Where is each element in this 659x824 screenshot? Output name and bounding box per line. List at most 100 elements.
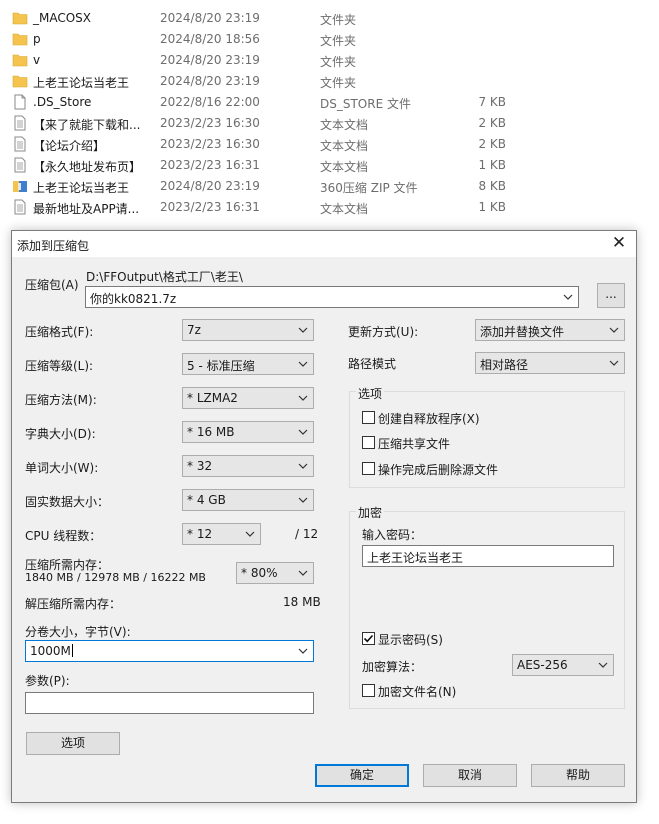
word-label: 单词大小(W): [25, 461, 99, 475]
file-size: 8 KB [478, 179, 506, 193]
ok-button[interactable]: 确定 [315, 764, 409, 787]
archive-path: D:\FFOutput\格式工厂\老王\ [86, 270, 243, 284]
decompress-memory-value: 18 MB [283, 595, 321, 609]
chevron-down-icon [298, 429, 308, 435]
text-file-icon [12, 199, 28, 215]
file-date: 2024/8/20 23:19 [160, 53, 260, 67]
file-type: 360压缩 ZIP 文件 [320, 181, 418, 195]
file-row[interactable]: 【永久地址发布页】 2023/2/23 16:31 文本文档 1 KB [0, 155, 659, 176]
archive-label: 压缩包(A) [25, 278, 79, 292]
file-date: 2024/8/20 23:19 [160, 11, 260, 25]
file-row[interactable]: 【论坛介绍】 2023/2/23 16:30 文本文档 2 KB [0, 134, 659, 155]
file-date: 2024/8/20 23:19 [160, 74, 260, 88]
file-type: 文本文档 [320, 118, 369, 132]
browse-button[interactable]: ... [597, 283, 625, 308]
file-row[interactable]: 上老王论坛当老王 2024/8/20 23:19 360压缩 ZIP 文件 8 KB [0, 176, 659, 197]
encryption-method-value: AES-256 [517, 658, 568, 672]
split-size-value: 1000M [30, 644, 73, 658]
password-label: 输入密码： [362, 528, 423, 542]
cpu-select[interactable]: * 12 [182, 523, 261, 545]
file-name: _MACOSX [33, 11, 92, 25]
update-label: 更新方式(U): [348, 325, 419, 339]
folder-icon [12, 31, 28, 47]
update-select[interactable]: 添加并替换文件 [475, 319, 625, 341]
file-row[interactable]: .DS_Store 2022/8/16 22:00 DS_STORE 文件 7 KB [0, 92, 659, 113]
update-value: 添加并替换文件 [480, 325, 565, 339]
file-type: 文本文档 [320, 202, 369, 216]
file-size: 1 KB [478, 158, 506, 172]
file-type: 文件夹 [320, 34, 357, 48]
file-date: 2024/8/20 18:56 [160, 32, 260, 46]
show-password-label: 显示密码(S) [378, 633, 443, 647]
file-row[interactable]: v 2024/8/20 23:19 文件夹 [0, 50, 659, 71]
dict-value: * 16 MB [187, 425, 235, 439]
chevron-down-icon [298, 361, 308, 367]
chevron-down-icon [298, 463, 308, 469]
solid-select[interactable]: * 4 GB [182, 489, 314, 511]
word-value: * 32 [187, 459, 213, 473]
encrypt-filenames-checkbox[interactable] [362, 684, 375, 697]
file-row[interactable]: 最新地址及APP请... 2023/2/23 16:31 文本文档 1 KB [0, 197, 659, 218]
cancel-button[interactable]: 取消 [423, 764, 517, 787]
title-bar: 添加到压缩包 ✕ [12, 231, 636, 257]
encryption-group-title: 加密 [356, 504, 385, 521]
file-size: 2 KB [478, 137, 506, 151]
memory-percent-select[interactable]: * 80% [236, 562, 314, 584]
file-row[interactable]: 上老王论坛当老王 2024/8/20 23:19 文件夹 [0, 71, 659, 92]
file-name: 上老王论坛当老王 [33, 76, 130, 90]
file-name: 【永久地址发布页】 [33, 160, 142, 174]
split-label: 分卷大小，字节(V): [25, 625, 131, 639]
encrypt-filenames-label: 加密文件名(N) [378, 685, 457, 699]
level-select[interactable]: 5 - 标准压缩 [182, 353, 314, 375]
split-size-combo[interactable]: 1000M [25, 640, 314, 662]
archive-name-combo[interactable]: 你的kk0821.7z [85, 286, 579, 308]
close-icon[interactable]: ✕ [602, 231, 636, 257]
word-select[interactable]: * 32 [182, 455, 314, 477]
encryption-method-label: 加密算法： [362, 660, 423, 674]
path-mode-select[interactable]: 相对路径 [475, 352, 625, 374]
solid-value: * 4 GB [187, 493, 226, 507]
dialog-title: 添加到压缩包 [17, 239, 90, 253]
delete-after-checkbox[interactable] [362, 462, 375, 475]
password-input[interactable]: 上老王论坛当老王 [362, 545, 614, 567]
params-input[interactable] [25, 692, 314, 714]
shared-files-label: 压缩共享文件 [378, 437, 451, 451]
format-select[interactable]: 7z [182, 319, 314, 341]
file-size: 1 KB [478, 200, 506, 214]
dict-select[interactable]: * 16 MB [182, 421, 314, 443]
folder-icon [12, 10, 28, 26]
add-to-archive-dialog: 添加到压缩包 ✕ 压缩包(A) D:\FFOutput\格式工厂\老王\ 你的k… [11, 230, 637, 803]
file-type: 文件夹 [320, 13, 357, 27]
chevron-down-icon [609, 360, 619, 366]
chevron-down-icon [563, 294, 573, 300]
params-label: 参数(P): [25, 674, 70, 688]
options-group-title: 选项 [356, 385, 385, 402]
file-date: 2022/8/16 22:00 [160, 95, 260, 109]
dict-label: 字典大小(D): [25, 427, 96, 441]
level-value: 5 - 标准压缩 [187, 359, 255, 373]
file-date: 2024/8/20 23:19 [160, 179, 260, 193]
chevron-down-icon [298, 327, 308, 333]
folder-icon [12, 73, 28, 89]
file-row[interactable]: _MACOSX 2024/8/20 23:19 文件夹 [0, 8, 659, 29]
memory-detail: 1840 MB / 12978 MB / 16222 MB [25, 571, 206, 584]
sfx-checkbox[interactable] [362, 411, 375, 424]
options-button[interactable]: 选项 [26, 732, 120, 755]
help-button[interactable]: 帮助 [531, 764, 625, 787]
file-name: v [33, 53, 41, 67]
sfx-label: 创建自释放程序(X) [378, 412, 480, 426]
chevron-down-icon [245, 531, 255, 537]
show-password-checkbox[interactable] [362, 632, 375, 645]
file-type: 文件夹 [320, 76, 357, 90]
file-row[interactable]: p 2024/8/20 18:56 文件夹 [0, 29, 659, 50]
path-mode-label: 路径模式 [348, 357, 397, 371]
cpu-value: * 12 [187, 527, 213, 541]
cpu-total: / 12 [295, 527, 319, 541]
file-row[interactable]: 【来了就能下载和... 2023/2/23 16:30 文本文档 2 KB [0, 113, 659, 134]
chevron-down-icon [598, 662, 608, 668]
chevron-down-icon [298, 395, 308, 401]
encryption-method-select[interactable]: AES-256 [512, 654, 614, 676]
shared-files-checkbox[interactable] [362, 436, 375, 449]
zip-archive-icon [12, 178, 28, 194]
method-select[interactable]: * LZMA2 [182, 387, 314, 409]
